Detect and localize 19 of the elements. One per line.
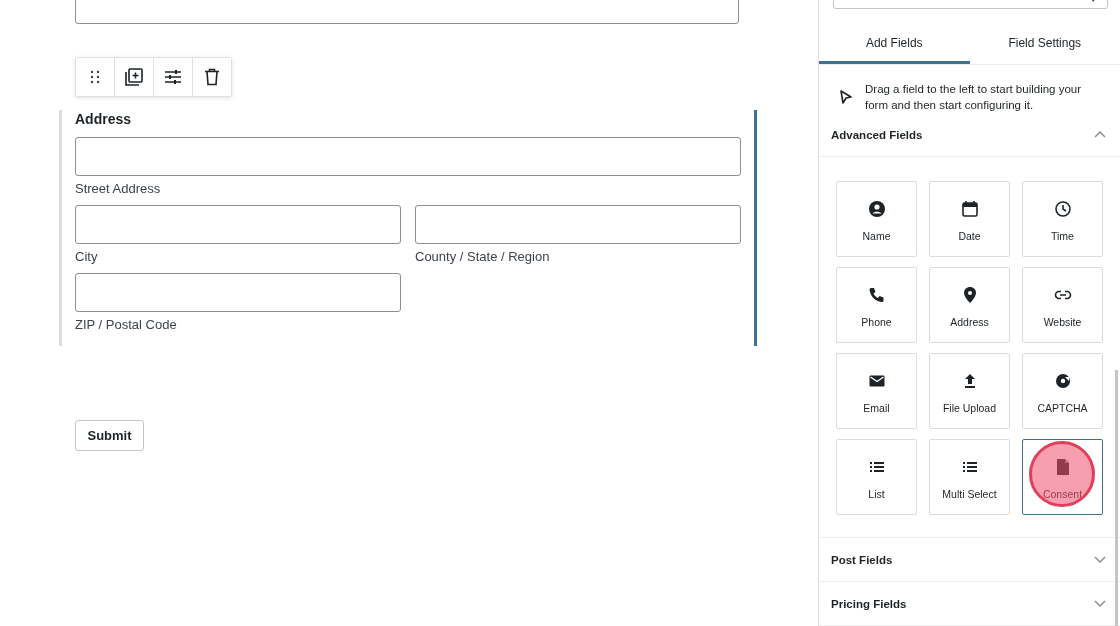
field-tile[interactable]: Website (1022, 267, 1103, 343)
field-tile[interactable]: Email (836, 353, 917, 429)
field-label: Address (75, 110, 133, 129)
field-tile[interactable]: File Upload (929, 353, 1010, 429)
field-tile[interactable]: Time (1022, 181, 1103, 257)
field-tile[interactable]: Multi Select (929, 439, 1010, 515)
field-sublabel: Street Address (75, 181, 162, 196)
hint-text: Drag a field to the left to start building your form and then start configuring it. (865, 82, 1083, 113)
field-tile[interactable]: List (836, 439, 917, 515)
field-tile[interactable]: Date (929, 181, 1010, 257)
field-tile[interactable]: Address (929, 267, 1010, 343)
field-sublabel: County / State / Region (415, 249, 551, 264)
field-tile[interactable]: Phone (836, 267, 917, 343)
field-tile[interactable]: Consent (1022, 439, 1103, 515)
field-tile[interactable]: Name (836, 181, 917, 257)
submit-button[interactable]: Submit (75, 420, 144, 451)
field-tile[interactable]: CAPTCHA (1022, 353, 1103, 429)
field-sublabel: ZIP / Postal Code (75, 317, 178, 332)
field-sublabel: City (75, 249, 99, 264)
